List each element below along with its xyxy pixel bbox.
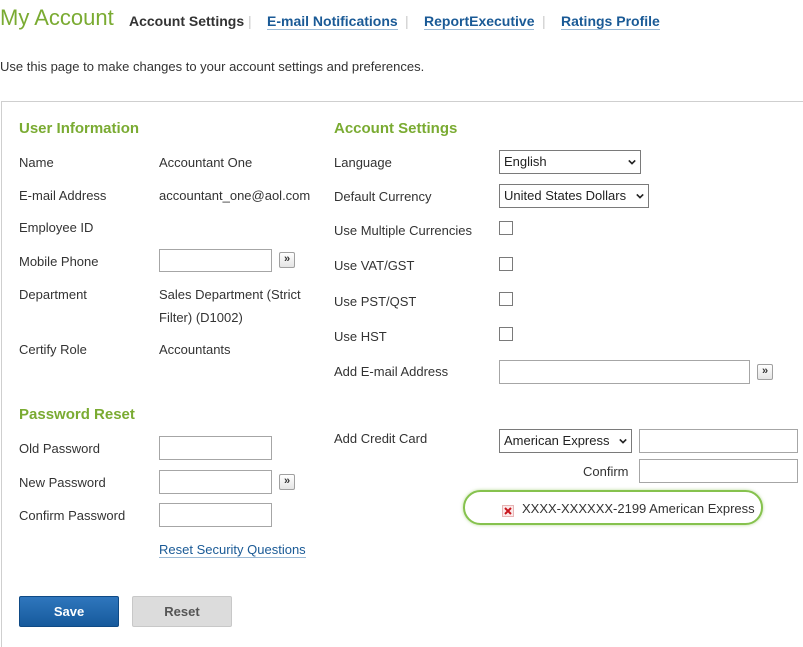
tab-separator: | [248, 13, 252, 29]
card-type-select[interactable]: American Express [499, 429, 632, 453]
certify-role-value: Accountants [159, 342, 231, 357]
confirm-password-label: Confirm Password [19, 508, 126, 523]
reset-button[interactable]: Reset [132, 596, 232, 627]
language-label: Language [334, 155, 392, 170]
default-currency-select[interactable]: United States Dollars [499, 184, 649, 208]
add-email-go-button[interactable]: » [757, 364, 773, 380]
name-value: Accountant One [159, 155, 253, 170]
saved-card-text: XXXX-XXXXXX-2199 American Express [522, 501, 755, 516]
default-currency-select-value: United States Dollars [504, 188, 627, 203]
tab-separator: | [542, 13, 546, 29]
account-settings-heading: Account Settings [334, 120, 458, 137]
confirm-password-input[interactable] [159, 503, 272, 527]
multiple-currencies-checkbox[interactable] [499, 221, 513, 235]
double-chevron-right-icon: » [283, 253, 291, 265]
page-title: My Account [0, 5, 114, 30]
double-chevron-right-icon: » [761, 365, 769, 377]
department-value-line2: Filter) (D1002) [159, 310, 243, 325]
mobile-phone-label: Mobile Phone [19, 254, 99, 269]
add-credit-card-label: Add Credit Card [334, 431, 428, 446]
chevron-down-icon [636, 192, 644, 200]
email-value: accountant_one@aol.com [159, 188, 311, 203]
vat-gst-label: Use VAT/GST [334, 258, 415, 273]
old-password-input[interactable] [159, 436, 272, 460]
certify-role-label: Certify Role [19, 342, 87, 357]
new-password-label: New Password [19, 475, 106, 490]
tab-account-settings[interactable]: Account Settings [129, 13, 244, 29]
remove-card-button[interactable] [502, 505, 514, 517]
card-type-select-value: American Express [504, 433, 610, 448]
chevron-down-icon [619, 437, 627, 445]
reset-security-questions-link[interactable]: Reset Security Questions [159, 542, 306, 558]
tab-report-executive[interactable]: ReportExecutive [424, 13, 535, 30]
pst-qst-checkbox[interactable] [499, 292, 513, 306]
multiple-currencies-label: Use Multiple Currencies [334, 223, 472, 238]
tab-ratings-profile[interactable]: Ratings Profile [561, 13, 660, 30]
mobile-phone-input[interactable] [159, 249, 272, 272]
tab-separator: | [405, 13, 409, 29]
hst-checkbox[interactable] [499, 327, 513, 341]
password-reset-heading: Password Reset [19, 406, 135, 423]
new-password-go-button[interactable]: » [279, 474, 295, 490]
mobile-phone-go-button[interactable]: » [279, 252, 295, 268]
new-password-input[interactable] [159, 470, 272, 494]
red-x-icon [504, 507, 512, 515]
employee-id-label: Employee ID [19, 220, 94, 235]
user-information-heading: User Information [19, 120, 140, 137]
add-email-input[interactable] [499, 360, 750, 384]
default-currency-label: Default Currency [334, 189, 432, 204]
name-label: Name [19, 155, 54, 170]
card-number-input[interactable] [639, 429, 798, 453]
hst-label: Use HST [334, 329, 387, 344]
card-confirm-input[interactable] [639, 459, 798, 483]
email-label: E-mail Address [19, 188, 107, 203]
language-select-value: English [504, 154, 547, 169]
language-select[interactable]: English [499, 150, 641, 174]
department-label: Department [19, 287, 87, 302]
card-confirm-label: Confirm [583, 464, 629, 479]
department-value-line1: Sales Department (Strict [159, 287, 301, 302]
old-password-label: Old Password [19, 441, 100, 456]
page-intro: Use this page to make changes to your ac… [0, 59, 425, 74]
chevron-down-icon [628, 159, 636, 165]
add-email-label: Add E-mail Address [334, 364, 449, 379]
save-button[interactable]: Save [19, 596, 119, 627]
vat-gst-checkbox[interactable] [499, 257, 513, 271]
tab-email-notifications[interactable]: E-mail Notifications [267, 13, 398, 30]
double-chevron-right-icon: » [283, 475, 291, 487]
pst-qst-label: Use PST/QST [334, 294, 417, 309]
saved-credit-card-chip: XXXX-XXXXXX-2199 American Express [463, 490, 763, 525]
